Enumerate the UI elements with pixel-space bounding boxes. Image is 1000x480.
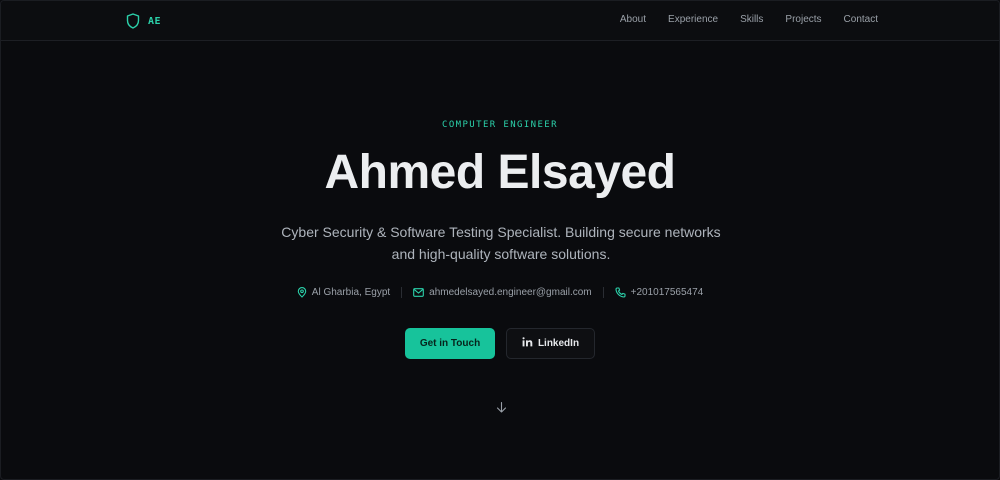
divider	[602, 287, 604, 298]
phone-text: +201017565474	[630, 287, 704, 298]
navbar: AE About Experience Skills Projects Cont…	[1, 1, 999, 41]
contact-email[interactable]: ahmedelsayed.engineer@gmail.com	[413, 287, 592, 298]
nav-link-skills[interactable]: Skills	[740, 14, 763, 25]
hero-subtitle: Cyber Security & Software Testing Specia…	[281, 224, 721, 262]
location-text: Al Gharbia, Egypt	[311, 287, 391, 298]
get-in-touch-button[interactable]: Get in Touch	[405, 328, 495, 359]
page: AE About Experience Skills Projects Cont…	[0, 0, 1000, 480]
nav-link-about[interactable]: About	[620, 14, 646, 25]
shield-icon	[126, 13, 140, 29]
nav-link-experience[interactable]: Experience	[668, 14, 718, 25]
linkedin-label: LinkedIn	[537, 338, 580, 349]
hero-eyebrow: COMPUTER ENGINEER	[442, 120, 558, 130]
nav-links: About Experience Skills Projects Contact	[620, 14, 878, 25]
hero-name: Ahmed Elsayed	[324, 146, 676, 199]
brand-text: AE	[148, 15, 162, 27]
nav-link-contact[interactable]: Contact	[844, 14, 878, 25]
nav-link-projects[interactable]: Projects	[785, 14, 821, 25]
linkedin-button[interactable]: LinkedIn	[506, 328, 595, 359]
phone-icon	[615, 287, 626, 298]
arrow-down-icon[interactable]	[495, 401, 508, 414]
contact-phone[interactable]: +201017565474	[615, 287, 704, 298]
linkedin-icon	[522, 337, 533, 350]
brand-logo[interactable]: AE	[126, 13, 161, 29]
email-text: ahmedelsayed.engineer@gmail.com	[429, 287, 592, 298]
mail-icon	[413, 288, 425, 297]
contact-info: Al Gharbia, Egypt ahmedelsayed.engineer@…	[1, 287, 999, 298]
divider	[401, 287, 403, 298]
cta-buttons: Get in Touch LinkedIn	[1, 328, 999, 359]
contact-location: Al Gharbia, Egypt	[297, 287, 390, 298]
map-pin-icon	[297, 287, 307, 298]
